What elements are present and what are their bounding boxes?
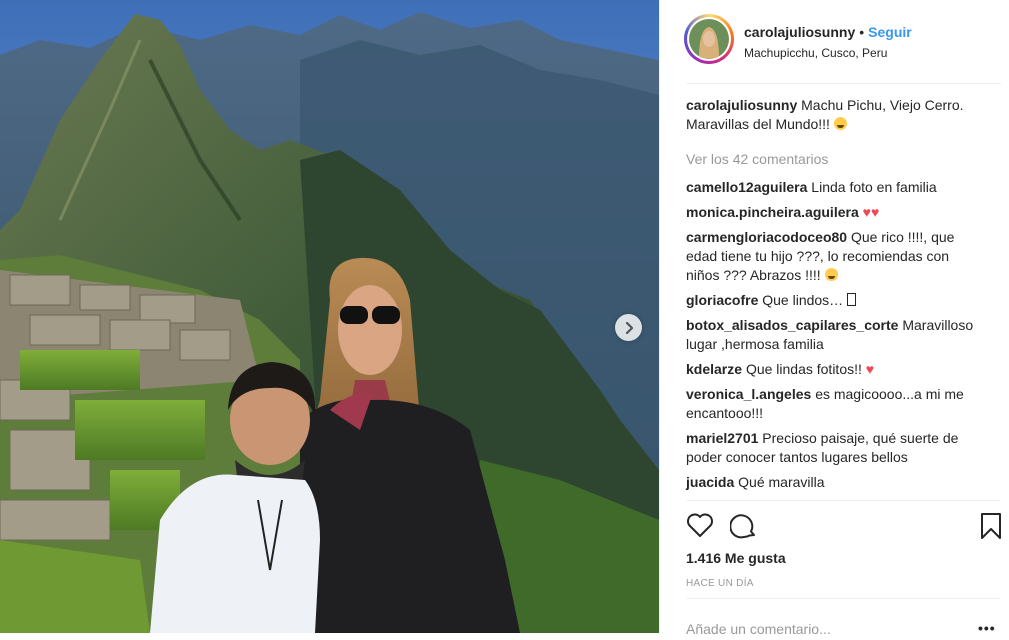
- comment-item: monica.pincheira.aguilera ♥♥: [686, 203, 986, 222]
- machu-picchu-photo: [0, 0, 659, 633]
- comment-username[interactable]: veronica_l.angeles: [686, 386, 811, 402]
- comment-username[interactable]: carmengloriacodoceo80: [686, 229, 847, 245]
- comment-username[interactable]: monica.pincheira.aguilera: [686, 204, 859, 220]
- post-photo[interactable]: [0, 0, 659, 633]
- chevron-right-icon: [625, 321, 633, 334]
- post-side-panel: carolajuliosunny • Seguir Machupicchu, Cus…: [659, 0, 1009, 640]
- view-all-comments-link[interactable]: Ver los 42 comentarios: [686, 150, 986, 169]
- follow-button[interactable]: Seguir: [868, 24, 912, 40]
- comment-item: botox_alisados_capilares_corte Maravillo…: [686, 316, 986, 354]
- header-username[interactable]: carolajuliosunny: [744, 24, 855, 40]
- next-photo-button[interactable]: [615, 314, 642, 341]
- comment-username[interactable]: gloriacofre: [686, 292, 758, 308]
- comment-bubble-icon: [729, 514, 755, 539]
- comment-username[interactable]: juacida: [686, 474, 734, 490]
- add-comment-input[interactable]: [686, 618, 946, 640]
- missing-glyph-icon: [847, 293, 857, 306]
- comment-button[interactable]: [729, 512, 758, 545]
- post-header: carolajuliosunny • Seguir Machupicchu, Cus…: [660, 0, 1009, 84]
- comment-text: Linda foto en familia: [811, 179, 937, 195]
- comment-item: juacida Qué maravilla: [686, 473, 986, 492]
- save-button[interactable]: [979, 512, 1003, 545]
- comment-item: veronica_l.angeles es magicoooo...a mi m…: [686, 385, 986, 423]
- caption-username[interactable]: carolajuliosunny: [686, 97, 797, 113]
- comment-item: carmengloriacodoceo80 Que rico !!!!, que…: [686, 228, 986, 285]
- action-bar: [686, 512, 1006, 542]
- hearts-emoji: ♥♥: [862, 204, 880, 220]
- comment-username[interactable]: kdelarze: [686, 361, 742, 377]
- separator-dot: •: [859, 24, 865, 40]
- comment-username[interactable]: camello12aguilera: [686, 179, 807, 195]
- avatar-image: [689, 19, 729, 59]
- astonished-emoji-icon: [824, 268, 838, 281]
- comment-item: gloriacofre Que lindos…: [686, 291, 986, 310]
- heart-eyes-emoji-icon: [833, 117, 847, 130]
- likes-count[interactable]: 1.416 Me gusta: [686, 550, 786, 566]
- comment-text: Que lindas fotitos!!: [745, 361, 862, 377]
- actions-divider: [686, 500, 1000, 501]
- avatar[interactable]: [684, 14, 734, 64]
- comment-text: Que lindos…: [762, 292, 848, 308]
- comment-item: camello12aguilera Linda foto en familia: [686, 178, 986, 197]
- header-username-row: carolajuliosunny • Seguir: [744, 24, 912, 40]
- comment-item: kdelarze Que lindas fotitos!! ♥: [686, 360, 986, 379]
- location-link[interactable]: Machupicchu, Cusco, Peru: [744, 46, 887, 60]
- heart-outline-icon: [687, 513, 713, 537]
- caption: carolajuliosunny Machu Pichu, Viejo Cerr…: [686, 96, 986, 134]
- like-button[interactable]: [686, 512, 714, 543]
- heart-emoji: ♥: [865, 361, 875, 377]
- header-divider: [686, 83, 1001, 84]
- comment-username[interactable]: botox_alisados_capilares_corte: [686, 317, 898, 333]
- bookmark-icon: [981, 513, 1001, 539]
- comment-item: mariel2701 Precioso paisaje, qué suerte …: [686, 429, 986, 467]
- post-timestamp[interactable]: HACE UN DÍA: [686, 578, 754, 589]
- comment-text: Qué maravilla: [738, 474, 825, 490]
- comments-list: carolajuliosunny Machu Pichu, Viejo Cerr…: [686, 96, 986, 498]
- comment-box-divider: [686, 598, 1000, 599]
- more-options-button[interactable]: •••: [978, 620, 996, 636]
- comment-username[interactable]: mariel2701: [686, 430, 758, 446]
